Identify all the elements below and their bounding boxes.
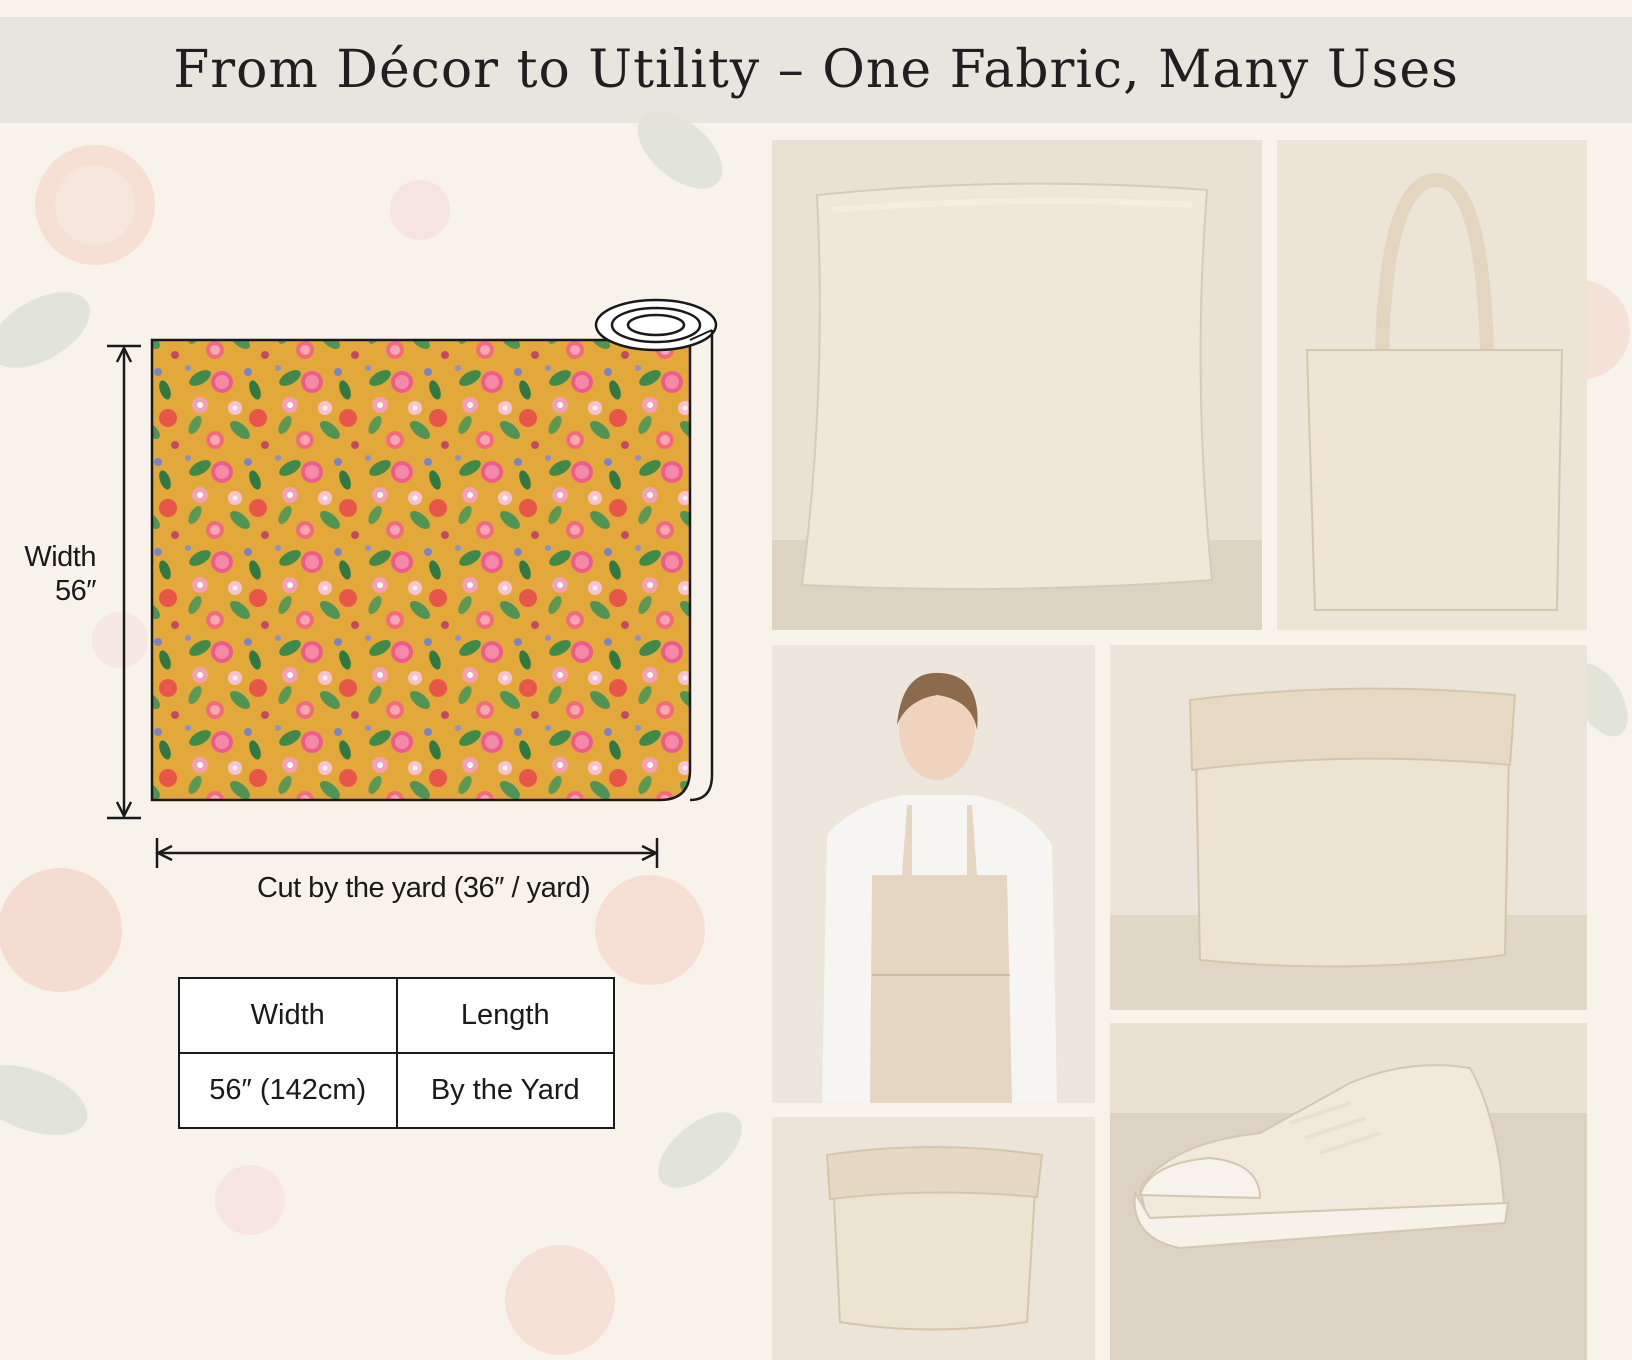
- width-dimension-label: Width 56″: [10, 540, 96, 608]
- spec-table: Width Length 56″ (142cm) By the Yard: [178, 977, 615, 1129]
- title-banner: From Décor to Utility – One Fabric, Many…: [0, 17, 1632, 123]
- spec-value-length: By the Yard: [395, 1052, 615, 1129]
- width-value-text: 56″: [54, 575, 97, 607]
- spec-table-header-row: Width Length: [178, 977, 615, 1054]
- sneaker-photo: [1110, 1023, 1587, 1360]
- pillow-photo: [772, 140, 1262, 630]
- apron-photo: [772, 645, 1095, 1103]
- cut-by-yard-label: Cut by the yard (36″ / yard): [257, 872, 591, 904]
- spec-table-value-row: 56″ (142cm) By the Yard: [178, 1052, 615, 1129]
- fabric-roll-diagram: [107, 298, 718, 868]
- spec-header-length: Length: [395, 977, 615, 1054]
- tote-bag-photo: [1277, 140, 1587, 630]
- spec-header-width: Width: [178, 977, 398, 1054]
- small-basket-photo: [772, 1117, 1095, 1360]
- page-title: From Décor to Utility – One Fabric, Many…: [173, 40, 1459, 100]
- fabric-basket-photo: [1110, 645, 1587, 1010]
- width-label-text: Width: [24, 541, 96, 573]
- spec-value-width: 56″ (142cm): [178, 1052, 398, 1129]
